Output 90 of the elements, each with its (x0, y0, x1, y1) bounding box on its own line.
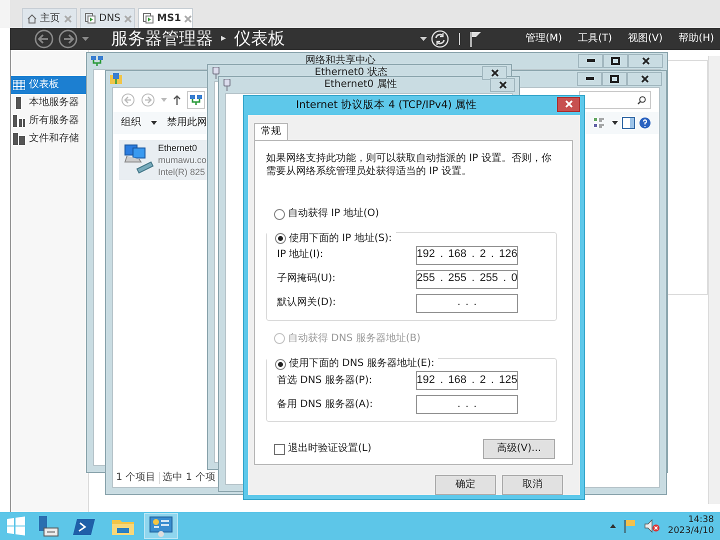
close-button[interactable] (482, 66, 507, 80)
grid-icon (13, 80, 25, 90)
browser-tab[interactable]: DNS (80, 8, 135, 28)
close-button[interactable] (627, 72, 662, 86)
page-title: 服务器管理器 (111, 28, 213, 50)
network-icon (190, 94, 202, 106)
field-label: 备用 DNS 服务器(A): (277, 398, 374, 410)
ip-address-field[interactable]: 255 . 255 . 255 . 0 (416, 270, 518, 288)
ip-address-field[interactable]: . . . (416, 294, 518, 312)
maximize-button[interactable] (603, 54, 628, 68)
clock-time: 14:38 (688, 515, 714, 526)
maximize-icon (610, 74, 619, 82)
preview-pane-icon[interactable] (622, 117, 635, 129)
close-icon (64, 14, 72, 22)
organize-menu[interactable]: 组织 (121, 117, 141, 129)
dialog-button[interactable]: 取消 (502, 475, 563, 495)
minimize-button[interactable] (577, 72, 602, 86)
up-arrow-icon[interactable] (173, 95, 181, 105)
page-title: 仪表板 (234, 28, 286, 50)
disable-device-button[interactable]: 禁用此网 (167, 117, 207, 129)
refresh-icon[interactable] (430, 30, 449, 48)
maximize-button[interactable] (602, 72, 627, 86)
server-icon (85, 13, 96, 24)
storage-icon (13, 133, 25, 145)
clock-date: 2023/4/10 (668, 526, 714, 537)
close-icon (490, 68, 498, 76)
scrollbar[interactable] (708, 56, 720, 504)
menu-item[interactable]: 管理(M) (520, 33, 568, 45)
menu-item[interactable]: 视图(V) (622, 33, 669, 45)
sidebar-item[interactable]: 本地服务器 (11, 94, 88, 112)
menu-item[interactable]: 帮助(H) (672, 33, 720, 45)
home-icon (27, 14, 37, 24)
minimize-icon (586, 77, 594, 80)
forward-icon[interactable] (58, 29, 78, 49)
server-icon (143, 13, 154, 24)
status-text: 1 个项目 (116, 472, 156, 484)
breadcrumb-separator: ▸ (221, 33, 226, 45)
ip-address-field[interactable]: 192 . 168 . 2 . 125 (416, 371, 518, 390)
plug-icon (212, 66, 220, 78)
window-title: Ethernet0 属性 (324, 78, 397, 90)
network-icon (91, 54, 103, 66)
flag-icon[interactable] (624, 519, 636, 533)
close-icon (124, 14, 132, 22)
window-title: 网络和共享中心 (306, 54, 376, 66)
flag-icon[interactable] (470, 31, 482, 47)
minimize-icon (586, 59, 594, 62)
field-label: 默认网关(D): (277, 297, 337, 309)
speaker-muted-icon[interactable] (644, 519, 660, 533)
caret-icon[interactable] (151, 121, 157, 125)
close-button[interactable] (490, 78, 515, 92)
sidebar-item[interactable]: 文件和存储 (11, 130, 88, 148)
close-icon (640, 74, 648, 82)
field-label: 子网掩码(U): (277, 273, 336, 285)
checkbox-option[interactable]: 退出时验证设置(L) (274, 443, 372, 455)
menu-item[interactable]: 工具(T) (572, 33, 618, 45)
adapter-item[interactable]: Ethernet0 mumawu.co Intel(R) 825 (119, 140, 209, 180)
network-folder-icon (110, 72, 122, 84)
close-button[interactable] (557, 96, 580, 112)
sidebar-item[interactable]: 所有服务器 (11, 112, 88, 130)
ip-address-field[interactable]: 192 . 168 . 2 . 126 (416, 246, 518, 264)
caret-icon[interactable] (612, 121, 618, 125)
field-label: 首选 DNS 服务器(P): (277, 374, 374, 386)
help-icon[interactable] (639, 117, 651, 129)
browser-tab[interactable]: MS1 (138, 8, 193, 28)
sidebar-item[interactable]: 仪表板 (11, 76, 88, 94)
status-text: 选中 1 个项 (162, 472, 216, 484)
intro-text: 如果网络支持此功能，则可以获取自动指派的 IP 设置。否则，你需要从网络系统管理员处获得适当的 IP 设置。 (266, 152, 552, 178)
dialog-button[interactable]: 确定 (435, 475, 496, 495)
caret-icon[interactable] (610, 524, 616, 528)
field-label: IP 地址(I): (277, 249, 324, 261)
close-icon (642, 56, 650, 64)
servers-icon (13, 115, 25, 127)
ip-address-field[interactable]: . . . (416, 395, 518, 414)
control-panel-icon[interactable] (149, 515, 173, 537)
close-icon (564, 100, 572, 108)
close-icon (498, 80, 506, 88)
maximize-icon (611, 56, 620, 64)
dialog-title: Internet 协议版本 4 (TCP/IPv4) 属性 (296, 99, 478, 112)
advanced-button[interactable]: 高级(V)... (483, 439, 555, 459)
search-icon (637, 96, 646, 104)
address-bar[interactable] (187, 91, 205, 109)
plug-icon (223, 78, 231, 90)
back-icon[interactable] (34, 29, 54, 49)
tab[interactable]: 常规 (254, 123, 288, 140)
close-icon (184, 14, 192, 22)
browser-tab[interactable]: 主页 (22, 8, 77, 28)
close-button[interactable] (628, 54, 663, 68)
caret-icon[interactable] (420, 37, 427, 41)
radio-option[interactable]: 自动获得 IP 地址(O) (266, 207, 557, 221)
minimize-button[interactable] (578, 54, 603, 68)
